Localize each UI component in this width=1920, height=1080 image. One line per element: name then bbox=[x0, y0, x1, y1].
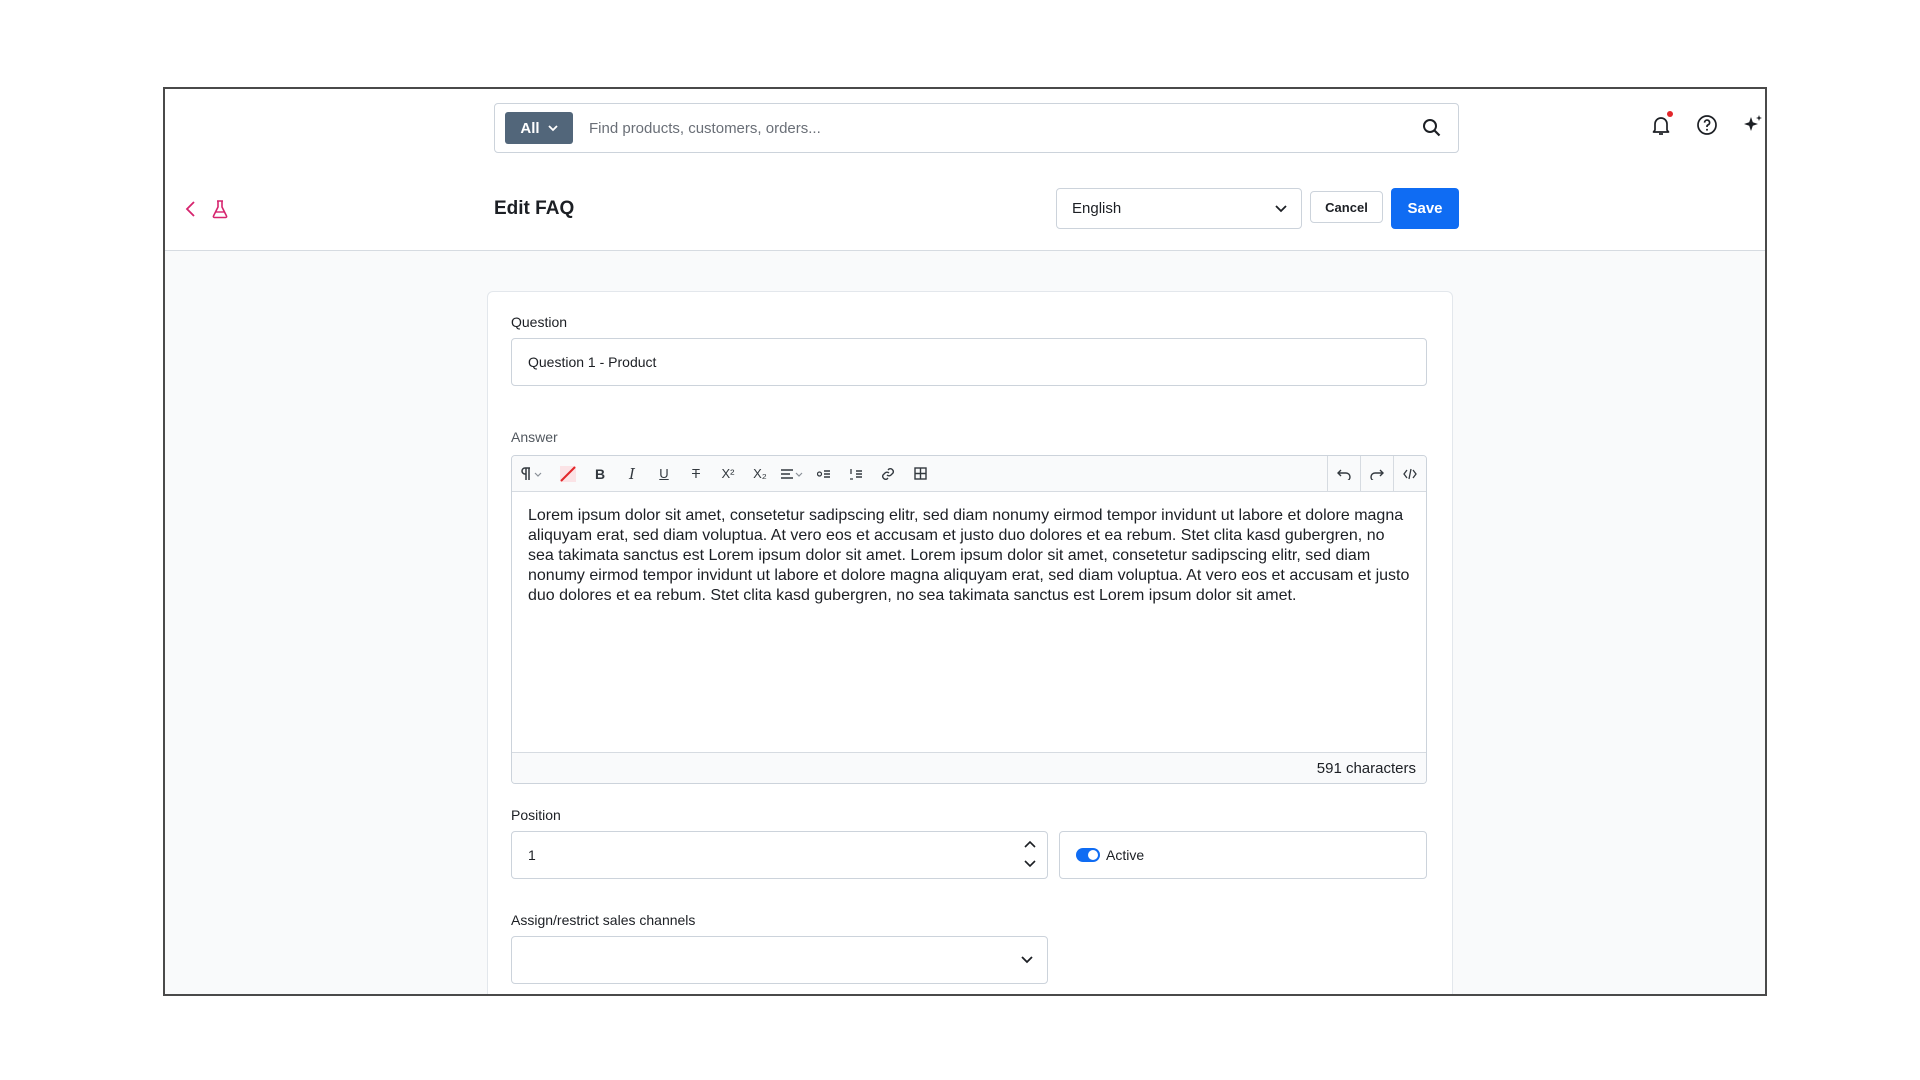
color-swatch-icon bbox=[560, 465, 576, 482]
table-button[interactable] bbox=[904, 456, 936, 491]
chevron-down-icon bbox=[547, 124, 558, 131]
help-button[interactable] bbox=[1695, 113, 1719, 137]
paragraph-format-button[interactable] bbox=[512, 456, 552, 491]
search-scope-label: All bbox=[520, 119, 540, 137]
code-view-button[interactable] bbox=[1393, 456, 1426, 491]
ai-assistant-button[interactable] bbox=[1741, 113, 1765, 137]
undo-icon bbox=[1337, 469, 1351, 480]
question-label: Question bbox=[511, 314, 568, 330]
language-select[interactable]: English bbox=[1056, 188, 1302, 229]
sparkles-icon bbox=[1744, 115, 1762, 131]
editor-footer: 591 characters bbox=[512, 752, 1426, 783]
italic-button[interactable]: I bbox=[616, 456, 648, 491]
underline-button[interactable]: U bbox=[648, 456, 680, 491]
active-toggle[interactable] bbox=[1076, 848, 1100, 862]
strikethrough-icon: T bbox=[692, 466, 700, 481]
search-scope-dropdown[interactable]: All bbox=[505, 112, 573, 144]
redo-button[interactable] bbox=[1360, 456, 1393, 491]
clear-format-button[interactable] bbox=[552, 456, 584, 491]
question-value: Question 1 - Product bbox=[528, 354, 657, 370]
paragraph-icon bbox=[521, 466, 542, 480]
page-title: Edit FAQ bbox=[494, 198, 575, 219]
editor-toolbar: B I U T X² X₂ bbox=[512, 456, 1426, 492]
bullet-list-button[interactable] bbox=[808, 456, 840, 491]
search-icon[interactable] bbox=[1422, 118, 1442, 138]
superscript-button[interactable]: X² bbox=[712, 456, 744, 491]
position-input[interactable]: 1 bbox=[511, 831, 1048, 879]
numbered-list-button[interactable] bbox=[840, 456, 872, 491]
notifications-button[interactable] bbox=[1649, 111, 1673, 137]
channels-label: Assign/restrict sales channels bbox=[511, 912, 696, 928]
flask-icon bbox=[212, 200, 228, 219]
numbered-list-icon bbox=[850, 468, 862, 480]
underline-icon: U bbox=[659, 466, 669, 481]
active-field: Active bbox=[1059, 831, 1427, 879]
chevron-down-icon[interactable] bbox=[1023, 858, 1037, 870]
position-label: Position bbox=[511, 807, 561, 823]
chevron-down-icon bbox=[1275, 204, 1287, 212]
active-label: Active bbox=[1106, 847, 1145, 863]
back-arrow-icon[interactable] bbox=[183, 199, 199, 219]
align-button[interactable] bbox=[776, 456, 808, 491]
align-left-icon bbox=[781, 468, 803, 479]
redo-icon bbox=[1370, 469, 1384, 480]
app-window: All Edit FAQ English Cance bbox=[163, 87, 1767, 996]
question-input[interactable]: Question 1 - Product bbox=[511, 338, 1427, 386]
table-icon bbox=[913, 467, 927, 480]
page-header: Edit FAQ English Cancel Save bbox=[165, 169, 1765, 251]
sales-channels-select[interactable] bbox=[511, 936, 1048, 984]
notification-badge bbox=[1667, 111, 1673, 117]
character-count: 591 characters bbox=[1316, 759, 1416, 777]
chevron-down-icon bbox=[1021, 956, 1033, 964]
answer-text[interactable]: Lorem ipsum dolor sit amet, consetetur s… bbox=[528, 506, 1410, 606]
strikethrough-button[interactable]: T bbox=[680, 456, 712, 491]
bold-button[interactable]: B bbox=[584, 456, 616, 491]
global-search: All bbox=[494, 103, 1459, 153]
position-stepper bbox=[1023, 838, 1037, 870]
faq-form-card: Question Question 1 - Product Answer B I… bbox=[487, 291, 1453, 994]
answer-label: Answer bbox=[511, 429, 558, 445]
chevron-up-icon[interactable] bbox=[1023, 838, 1037, 850]
link-button[interactable] bbox=[872, 456, 904, 491]
content-area: Question Question 1 - Product Answer B I… bbox=[165, 251, 1765, 994]
language-value: English bbox=[1072, 200, 1122, 217]
subscript-button[interactable]: X₂ bbox=[744, 456, 776, 491]
help-circle-icon bbox=[1697, 115, 1717, 135]
top-bar: All bbox=[165, 89, 1765, 170]
editor-toolbar-right bbox=[1327, 456, 1426, 491]
bullet-list-icon bbox=[817, 469, 830, 478]
link-icon bbox=[882, 467, 894, 480]
bold-icon: B bbox=[594, 465, 606, 482]
top-icons bbox=[1649, 111, 1765, 137]
cancel-button[interactable]: Cancel bbox=[1310, 191, 1383, 223]
italic-icon: I bbox=[629, 464, 635, 483]
superscript-icon: X² bbox=[721, 466, 735, 481]
answer-editor: B I U T X² X₂ Lorem ipsum dolor sit amet… bbox=[511, 455, 1427, 784]
undo-button[interactable] bbox=[1327, 456, 1360, 491]
position-value: 1 bbox=[528, 847, 536, 863]
save-button[interactable]: Save bbox=[1391, 188, 1459, 229]
subscript-icon: X₂ bbox=[753, 466, 767, 481]
search-input[interactable] bbox=[587, 118, 1422, 138]
code-icon bbox=[1403, 468, 1417, 479]
